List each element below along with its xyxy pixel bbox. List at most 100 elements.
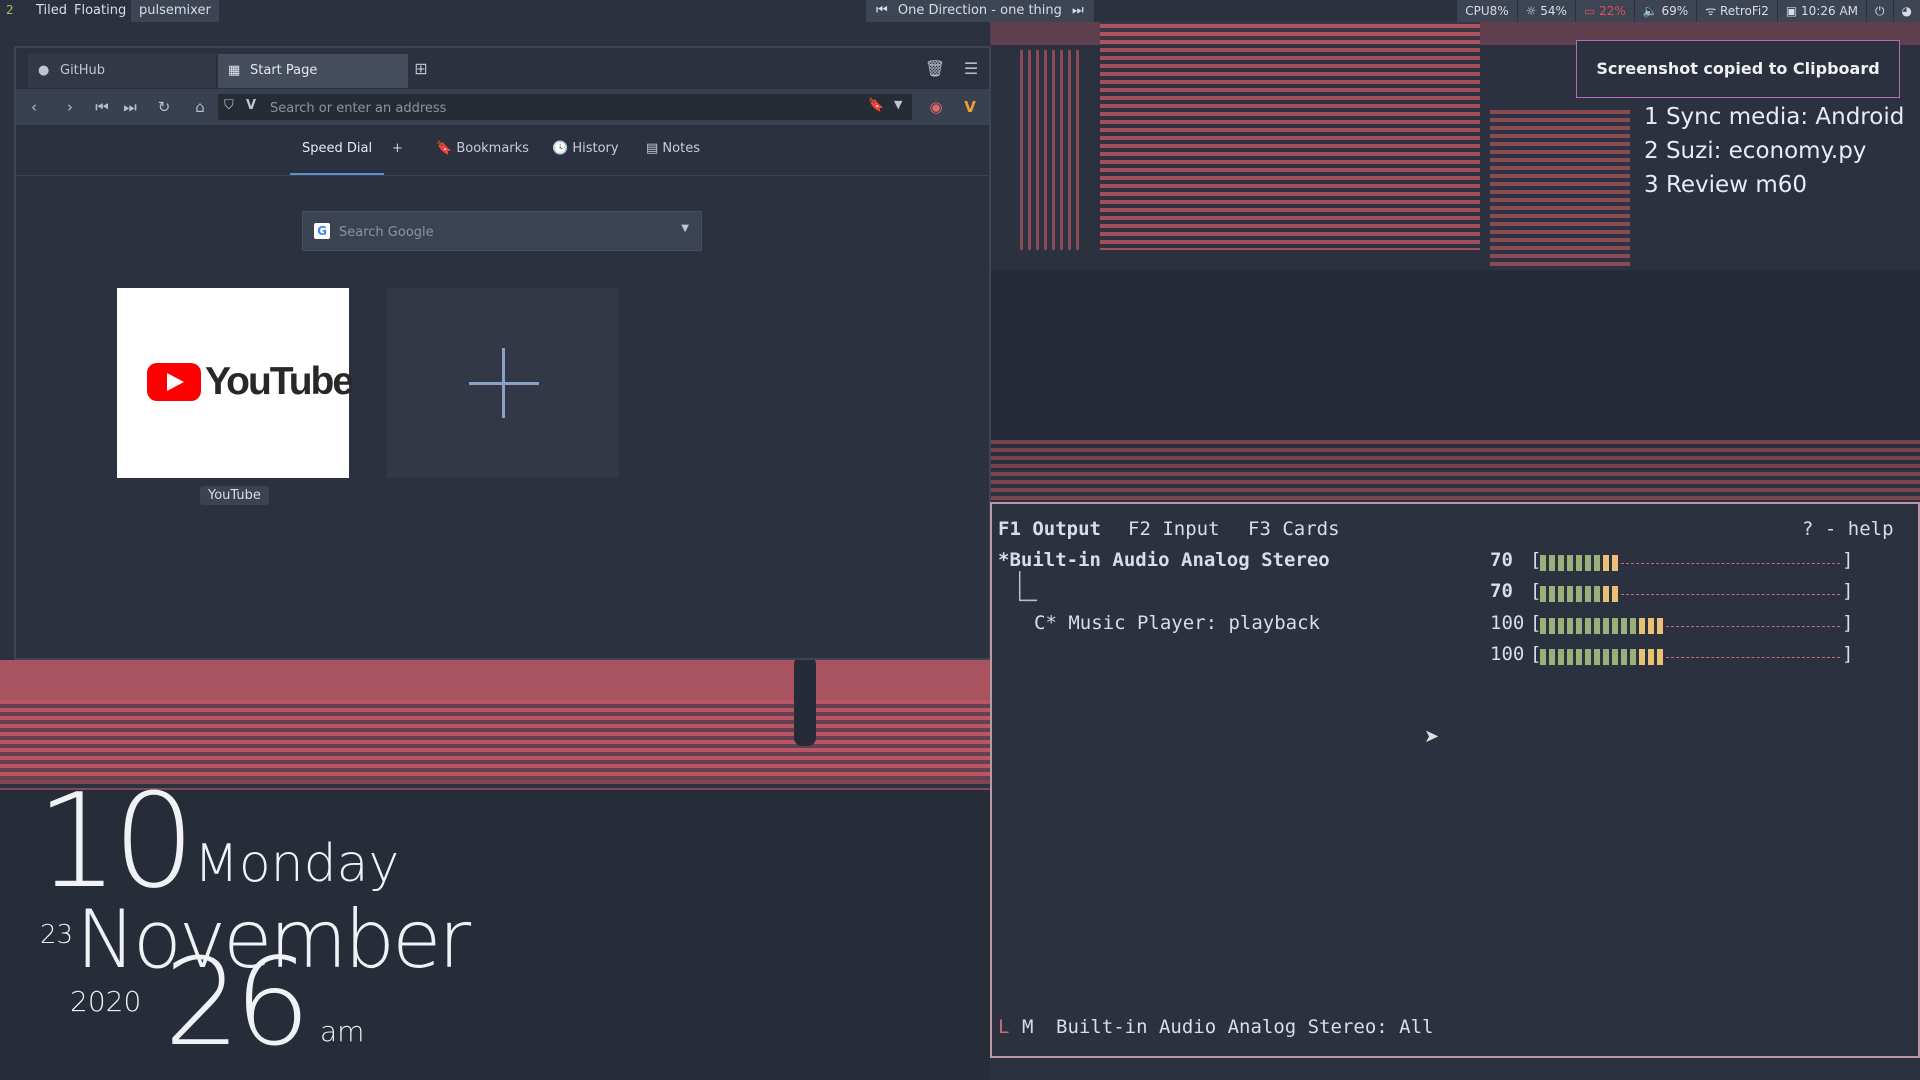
todo-item: 2 Suzi: economy.py [1644, 138, 1867, 164]
speed-dial-tab[interactable]: Speed Dial [290, 125, 385, 175]
rewind-button[interactable]: ⏮ [90, 95, 114, 119]
volume-left-value: 100 [1490, 612, 1525, 634]
tree-connector: └─ [1014, 590, 1037, 612]
todo-item: 1 Sync media: Android [1644, 104, 1905, 130]
volume-segment [1621, 649, 1627, 665]
notes-tab[interactable]: ▤ Notes [646, 125, 700, 173]
volume-segment [1540, 555, 1546, 571]
home-button[interactable]: ⌂ [188, 95, 212, 119]
shield-icon[interactable]: ⛉ [224, 98, 234, 113]
browser-window: ● GitHub ▦ Start Page ⊞ 🗑 ☰ ‹ › ⏮ ⏭ ↻ ⌂ … [14, 46, 991, 660]
notification-toast[interactable]: Screenshot copied to Clipboard [1576, 40, 1900, 98]
volume-segment [1630, 618, 1636, 634]
previous-track-icon[interactable]: ⏮ [876, 3, 888, 18]
volume-segment [1594, 649, 1600, 665]
chevron-down-icon[interactable]: ▼ [894, 98, 902, 111]
fast-forward-button[interactable]: ⏭ [118, 95, 142, 119]
speed-dial-youtube[interactable]: YouTube [117, 288, 354, 478]
search-google-input[interactable] [337, 212, 661, 252]
volume-segment [1549, 618, 1555, 634]
volume-segment [1585, 649, 1591, 665]
pulsemixer-terminal: F1 Output F2 Input F3 Cards ? - help *Bu… [990, 502, 1920, 1058]
tab-start-page[interactable]: ▦ Start Page [218, 54, 408, 88]
bracket: ] [1842, 643, 1854, 665]
address-input[interactable] [268, 94, 832, 122]
volume-segment [1657, 649, 1663, 665]
history-tab[interactable]: 🕓 History [552, 125, 619, 173]
volume-segment [1567, 555, 1573, 571]
todo-item: 3 Review m60 [1644, 172, 1807, 198]
device-stream[interactable]: C* Music Player: playback [1034, 612, 1320, 634]
wallpaper-columns [1020, 50, 1080, 250]
reload-button[interactable]: ↻ [152, 95, 176, 119]
volume-segment [1576, 649, 1582, 665]
brightness-icon: ☼ [1525, 4, 1541, 18]
volume-segment [1603, 555, 1609, 571]
mouse-pointer-icon: ➤ [1424, 726, 1440, 747]
status-area: CPU8% ☼ 54% ▭ 22% 🔈 69% ᯤ RetroFi2 ▣ 10:… [1456, 0, 1920, 22]
extension-icon[interactable]: ◉ [924, 95, 948, 119]
tab-github[interactable]: ● GitHub [28, 54, 216, 88]
volume-segment [1549, 555, 1555, 571]
workspace-indicator[interactable]: 2 [6, 3, 14, 17]
volume-segment [1639, 649, 1645, 665]
clock-icon: 🕓 [552, 141, 573, 156]
menu-icon[interactable]: ☰ [960, 58, 982, 80]
status-mute-flag: M [1022, 1016, 1034, 1038]
bookmark-icon[interactable]: 🔖 [868, 98, 884, 113]
forward-button[interactable]: › [58, 95, 82, 119]
volume-segment [1585, 555, 1591, 571]
tab-bar: ● GitHub ▦ Start Page ⊞ 🗑 ☰ [16, 48, 989, 89]
volume-status[interactable]: 🔈 69% [1633, 0, 1697, 22]
volume-segment [1612, 618, 1618, 634]
clock-minute: 26 [164, 934, 311, 1073]
volume-segment [1576, 618, 1582, 634]
discord-icon[interactable]: ◕ [1892, 0, 1920, 22]
battery-status: ▭ 22% [1574, 0, 1634, 22]
vivaldi-menu-icon[interactable]: V [958, 95, 982, 119]
tab-label: GitHub [60, 63, 106, 78]
volume-segment [1603, 586, 1609, 602]
volume-segment [1558, 618, 1564, 634]
volume-segment [1549, 649, 1555, 665]
layout-floating[interactable]: Floating [66, 0, 134, 22]
device-output[interactable]: *Built-in Audio Analog Stereo [998, 549, 1330, 571]
url-field: ⛉ V 🔖 ▼ [218, 94, 912, 122]
volume-segment [1612, 555, 1618, 571]
volume-segment [1576, 586, 1582, 602]
volume-right-value: 70 [1490, 580, 1513, 602]
media-controls: ⏮ One Direction - one thing ⏭ [866, 0, 1094, 22]
bookmarks-tab[interactable]: 🔖 Bookmarks [436, 125, 529, 173]
trash-icon[interactable]: 🗑 [924, 58, 946, 80]
back-button[interactable]: ‹ [22, 95, 46, 119]
volume-segment [1585, 586, 1591, 602]
speed-dial-nav: Speed Dial + 🔖 Bookmarks 🕓 History ▤ Not… [16, 125, 989, 176]
volume-segment [1603, 649, 1609, 665]
add-speed-dial-tile[interactable] [387, 288, 619, 478]
search-google-box: G ▼ [302, 211, 702, 252]
tab-output[interactable]: F1 Output [998, 518, 1101, 540]
speed-dial-label: YouTube [200, 486, 269, 505]
wallpaper-stripes-building [1100, 0, 1480, 250]
bracket: ] [1842, 549, 1854, 571]
tab-input[interactable]: F2 Input [1128, 518, 1220, 540]
battery-icon: ▭ [1583, 4, 1600, 18]
power-icon[interactable]: ⏻ [1866, 0, 1893, 22]
active-window-title: pulsemixer [131, 0, 219, 22]
media-track-title: One Direction - one thing [897, 3, 1062, 18]
bookmark-icon: 🔖 [436, 141, 457, 156]
github-icon: ● [38, 63, 50, 78]
add-speed-dial-button[interactable]: + [392, 125, 403, 173]
bracket: ] [1842, 580, 1854, 602]
volume-segment [1603, 618, 1609, 634]
notes-icon: ▤ [646, 141, 663, 156]
chevron-down-icon[interactable]: ▼ [681, 223, 689, 234]
volume-segment [1594, 618, 1600, 634]
next-track-icon[interactable]: ⏭ [1072, 3, 1084, 18]
volume-segment [1621, 618, 1627, 634]
tab-cards[interactable]: F3 Cards [1248, 518, 1340, 540]
status-left-flag: L [998, 1016, 1010, 1038]
top-bar: 2 Tiled Floating pulsemixer ⏮ One Direct… [0, 0, 1920, 22]
new-tab-button[interactable]: ⊞ [410, 58, 432, 80]
wifi-status[interactable]: ᯤ RetroFi2 [1696, 0, 1777, 22]
